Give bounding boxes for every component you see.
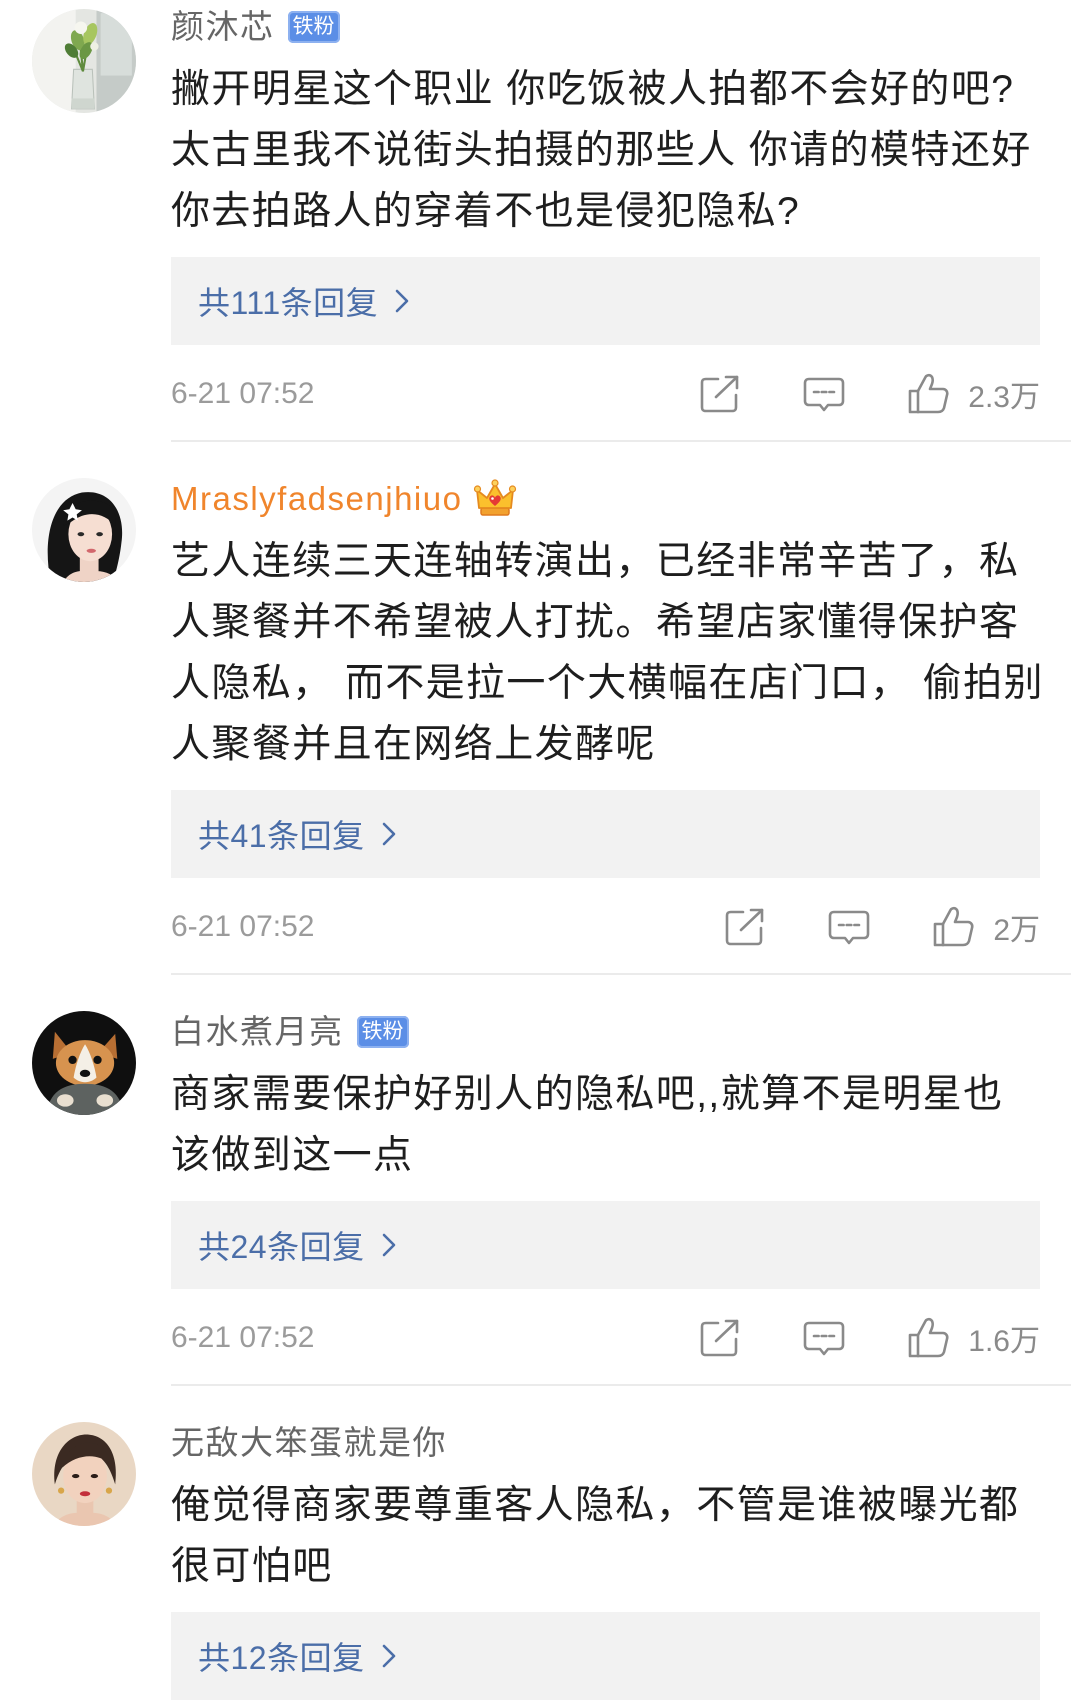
- fan-badge[interactable]: 铁粉: [287, 11, 340, 43]
- share-button[interactable]: [698, 374, 742, 414]
- like-icon: [908, 1317, 949, 1358]
- username[interactable]: 颜沐芯: [171, 7, 275, 47]
- comment-item: 无敌大笨蛋就是你 俺觉得商家要尊重客人隐私，不管是谁被曝光都 很可怕吧 共12条…: [0, 1386, 1080, 1700]
- avatar-image: [32, 1422, 136, 1526]
- share-icon: [700, 375, 739, 413]
- like-button[interactable]: 1.6万: [906, 1316, 1040, 1360]
- username[interactable]: 白水煮月亮: [171, 1012, 344, 1052]
- comment-text-line: 艺人连续三天连轴转演出，已经非常辛苦了，私: [171, 540, 1020, 583]
- view-replies-button[interactable]: 共24条回复: [171, 1201, 1040, 1289]
- chevron-right-icon: [382, 1233, 395, 1257]
- comment-icon: [829, 910, 870, 945]
- like-icon: [908, 373, 949, 414]
- comment-item: 颜沐芯 铁粉 撇开明星这个职业 你吃饭被人拍都不会好的吧? 太古里我不说街头拍摄…: [0, 0, 1080, 423]
- comment-meta-row: 6-21 07:52 2.3万: [171, 365, 1040, 423]
- reply-button[interactable]: [802, 374, 846, 414]
- comment-actions: 2.3万: [698, 372, 1040, 416]
- avatar[interactable]: [32, 1422, 136, 1526]
- chevron-right-icon: [382, 822, 395, 846]
- crown-icon[interactable]: [473, 477, 517, 521]
- comment-text-line: 太古里我不说街头拍摄的那些人 你请的模特还好: [171, 129, 1032, 172]
- chevron-right-icon: [382, 1644, 395, 1668]
- comment-actions: 2万: [723, 905, 1040, 949]
- replies-count-label: 共111条回复: [198, 285, 379, 321]
- comment-actions: 1.6万: [698, 1316, 1040, 1360]
- like-count: 1.6万: [968, 1325, 1040, 1358]
- comment-text-line: 人隐私， 而不是拉一个大横幅在店门口， 偷拍别: [171, 662, 1044, 705]
- comment-text-line: 俺觉得商家要尊重客人隐私，不管是谁被曝光都: [171, 1484, 1020, 1527]
- reply-button[interactable]: [802, 1318, 846, 1358]
- share-icon: [700, 1319, 739, 1357]
- name-row: 无敌大笨蛋就是你: [171, 1423, 1040, 1463]
- timestamp: 6-21 07:52: [171, 1321, 315, 1354]
- timestamp: 6-21 07:52: [171, 377, 315, 410]
- avatar[interactable]: [32, 478, 136, 582]
- timestamp: 6-21 07:52: [171, 910, 315, 943]
- replies-count-label: 共41条回复: [198, 818, 365, 854]
- share-button[interactable]: [723, 907, 767, 947]
- name-row: 颜沐芯 铁粉: [171, 7, 1040, 47]
- username[interactable]: 无敌大笨蛋就是你: [171, 1423, 447, 1463]
- name-row: 白水煮月亮 铁粉: [171, 1012, 1040, 1052]
- chevron-right-icon: [395, 289, 409, 313]
- comment-text-line: 人聚餐并且在网络上发酵呢: [171, 723, 656, 766]
- view-replies-button[interactable]: 共12条回复: [171, 1612, 1040, 1700]
- comment-text-line: 商家需要保护好别人的隐私吧,,就算不是明星也: [171, 1073, 1004, 1116]
- comment-text-line: 很可怕吧: [171, 1545, 333, 1588]
- like-button[interactable]: 2.3万: [906, 372, 1040, 416]
- comment-meta-row: 6-21 07:52 2万: [171, 898, 1040, 956]
- like-count: 2万: [993, 914, 1040, 947]
- comment-item: Mraslyfadsenjhiuo 艺人连续三天连轴转演出，已经非常辛苦了，私 …: [0, 442, 1080, 956]
- comment-text-line: 你去拍路人的穿着不也是侵犯隐私?: [171, 190, 801, 233]
- replies-count-label: 共12条回复: [198, 1640, 365, 1676]
- comment-text[interactable]: 商家需要保护好别人的隐私吧,,就算不是明星也 该做到这一点: [171, 1064, 1040, 1186]
- comment-item: 白水煮月亮 铁粉 商家需要保护好别人的隐私吧,,就算不是明星也 该做到这一点 共…: [0, 975, 1080, 1367]
- reply-button[interactable]: [827, 907, 871, 947]
- avatar[interactable]: [32, 9, 136, 113]
- comment-meta-row: 6-21 07:52 1.6万: [171, 1309, 1040, 1367]
- avatar[interactable]: [32, 1011, 136, 1115]
- like-button[interactable]: 2万: [931, 905, 1040, 949]
- like-icon: [934, 906, 974, 947]
- comment-text-line: 该做到这一点: [171, 1134, 414, 1177]
- share-button[interactable]: [698, 1318, 742, 1358]
- comment-icon: [803, 377, 845, 412]
- avatar-image: [32, 1011, 136, 1115]
- fan-badge[interactable]: 铁粉: [356, 1016, 409, 1048]
- view-replies-button[interactable]: 共41条回复: [171, 790, 1040, 878]
- avatar-image: [32, 478, 136, 582]
- comment-text[interactable]: 俺觉得商家要尊重客人隐私，不管是谁被曝光都 很可怕吧: [171, 1475, 1040, 1597]
- comment-text[interactable]: 艺人连续三天连轴转演出，已经非常辛苦了，私 人聚餐并不希望被人打扰。希望店家懂得…: [171, 531, 1044, 775]
- replies-count-label: 共24条回复: [198, 1229, 365, 1265]
- username[interactable]: Mraslyfadsenjhiuo: [171, 479, 462, 519]
- comment-text[interactable]: 撇开明星这个职业 你吃饭被人拍都不会好的吧? 太古里我不说街头拍摄的那些人 你请…: [171, 59, 1040, 242]
- avatar-image: [32, 9, 136, 113]
- name-row: Mraslyfadsenjhiuo: [171, 479, 1040, 519]
- comment-text-line: 撇开明星这个职业 你吃饭被人拍都不会好的吧?: [171, 68, 1015, 111]
- view-replies-button[interactable]: 共111条回复: [171, 257, 1040, 345]
- comment-text-line: 人聚餐并不希望被人打扰。希望店家懂得保护客: [171, 601, 1020, 644]
- like-count: 2.3万: [968, 381, 1040, 414]
- comment-icon: [803, 1321, 845, 1356]
- share-icon: [726, 908, 764, 946]
